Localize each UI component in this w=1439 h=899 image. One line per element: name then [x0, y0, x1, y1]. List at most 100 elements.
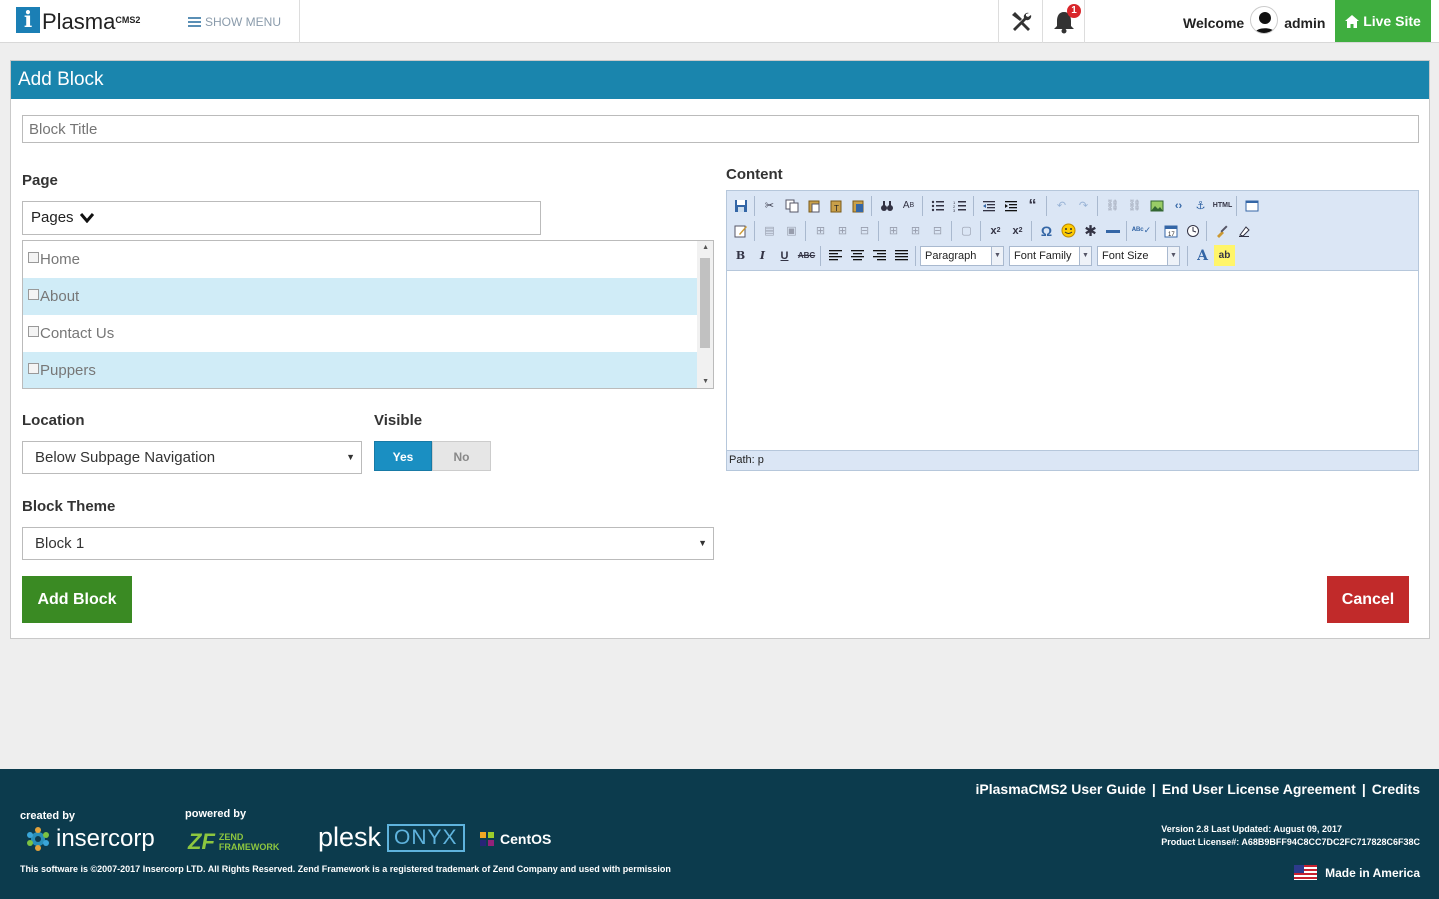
strikethrough-icon[interactable]: ABC	[796, 245, 817, 266]
scroll-down-arrow-icon[interactable]: ▼	[702, 378, 709, 385]
centos-logo[interactable]: CentOS	[478, 830, 551, 848]
user-menu[interactable]: Welcome admin	[1183, 6, 1325, 34]
iplasma-logo[interactable]: i Plasma CMS2	[16, 7, 140, 35]
cut-icon[interactable]: ✂	[759, 195, 780, 216]
media-icon[interactable]: ✱	[1080, 220, 1101, 241]
bold-icon[interactable]: B	[730, 245, 751, 266]
toolbar-separator	[922, 195, 924, 216]
notifications-button[interactable]: 1	[1042, 0, 1085, 43]
insert-col-before-icon[interactable]: ⊞	[883, 220, 904, 241]
bullet-list-icon[interactable]	[927, 195, 948, 216]
align-justify-icon[interactable]	[891, 245, 912, 266]
insert-date-icon[interactable]: 17	[1160, 220, 1181, 241]
zend-framework-logo[interactable]: ZF ZEND FRAMEWORK	[188, 829, 279, 855]
location-select[interactable]: Below Subpage Navigation ▼	[22, 441, 362, 474]
image-icon[interactable]	[1146, 195, 1167, 216]
user-guide-link[interactable]: iPlasmaCMS2 User Guide	[976, 781, 1146, 797]
remove-format-icon[interactable]	[1233, 220, 1254, 241]
special-char-icon[interactable]: Ω	[1036, 220, 1057, 241]
visible-no-button[interactable]: No	[432, 441, 491, 471]
page-checkbox[interactable]	[28, 326, 39, 337]
table-row-icon[interactable]: ▤	[759, 220, 780, 241]
plesk-onyx-logo[interactable]: plesk ONYX	[318, 822, 465, 853]
block-title-input[interactable]	[22, 115, 1419, 143]
align-center-icon[interactable]	[847, 245, 868, 266]
highlight-color-icon[interactable]: ab	[1214, 245, 1235, 266]
delete-col-icon[interactable]: ⊟	[927, 220, 948, 241]
anchor-icon[interactable]: ⚓	[1190, 195, 1211, 216]
pages-dropdown[interactable]: Pages	[22, 201, 541, 235]
show-menu-button[interactable]: SHOW MENU	[188, 15, 281, 29]
page-option-home[interactable]: Home	[23, 241, 697, 278]
underline-icon[interactable]: U	[774, 245, 795, 266]
page-option-about[interactable]: About	[23, 278, 697, 315]
insert-col-after-icon[interactable]: ⊞	[905, 220, 926, 241]
replace-icon[interactable]: AB	[898, 195, 919, 216]
horizontal-rule-icon[interactable]	[1102, 220, 1123, 241]
table-cell-icon[interactable]: ▣	[781, 220, 802, 241]
align-right-icon[interactable]	[869, 245, 890, 266]
html-source-icon[interactable]: HTML	[1212, 195, 1233, 216]
page-checkbox[interactable]	[28, 289, 39, 300]
subscript-icon[interactable]: x2	[985, 220, 1006, 241]
superscript-icon[interactable]: x2	[1007, 220, 1028, 241]
unlink-icon[interactable]: ⛓	[1124, 195, 1145, 216]
font-size-dropdown[interactable]: Font Size ▼	[1097, 245, 1180, 266]
insert-time-icon[interactable]	[1182, 220, 1203, 241]
block-theme-select[interactable]: Block 1 ▼	[22, 527, 714, 560]
rich-text-editor[interactable]: ✂ T AB 1 2 3 “ ↶ ↷ ⛓ ⛓ ‹› ⚓ HTML ▤ ▣ ⊞ ⊞…	[726, 190, 1419, 471]
page-option-contact-us[interactable]: Contact Us	[23, 315, 697, 352]
indent-icon[interactable]	[1000, 195, 1021, 216]
spellcheck-icon[interactable]: ᴬᴮᶜ✓	[1131, 220, 1152, 241]
pages-scrollbar[interactable]: ▲ ▼	[697, 241, 713, 388]
undo-icon[interactable]: ↶	[1051, 195, 1072, 216]
numbered-list-icon[interactable]: 123	[949, 195, 970, 216]
insert-row-after-icon[interactable]: ⊞	[832, 220, 853, 241]
italic-icon[interactable]: I	[752, 245, 773, 266]
page-checkbox[interactable]	[28, 363, 39, 374]
live-site-button[interactable]: Live Site	[1335, 0, 1431, 42]
visible-toggle[interactable]: Yes No	[374, 441, 491, 471]
redo-icon[interactable]: ↷	[1073, 195, 1094, 216]
eula-link[interactable]: End User License Agreement	[1162, 781, 1356, 797]
code-icon[interactable]: ‹›	[1168, 195, 1189, 216]
insert-row-before-icon[interactable]: ⊞	[810, 220, 831, 241]
delete-row-icon[interactable]: ⊟	[854, 220, 875, 241]
paste-icon[interactable]	[803, 195, 824, 216]
insercorp-logo[interactable]: insercorp	[26, 825, 155, 853]
format-dropdown[interactable]: Paragraph ▼	[920, 245, 1004, 266]
scroll-up-arrow-icon[interactable]: ▲	[702, 244, 709, 251]
save-icon[interactable]	[730, 195, 751, 216]
find-icon[interactable]	[876, 195, 897, 216]
merge-cells-icon[interactable]: ▢	[956, 220, 977, 241]
license-text: Product License#: A68B9BFF94C8CC7DC2FC71…	[1161, 837, 1420, 847]
editor-content-area[interactable]	[727, 271, 1418, 451]
add-block-button[interactable]: Add Block	[22, 576, 132, 623]
paste-text-icon[interactable]: T	[825, 195, 846, 216]
font-family-dropdown[interactable]: Font Family ▼	[1009, 245, 1092, 266]
cancel-button[interactable]: Cancel	[1327, 576, 1409, 623]
edit-icon[interactable]	[730, 220, 751, 241]
cleanup-icon[interactable]	[1211, 220, 1232, 241]
credits-link[interactable]: Credits	[1372, 781, 1420, 797]
zend-framework-text: ZEND FRAMEWORK	[219, 832, 280, 852]
tools-button[interactable]	[999, 0, 1042, 43]
align-left-icon[interactable]	[825, 245, 846, 266]
page-checkbox[interactable]	[28, 252, 39, 263]
emoticon-icon[interactable]	[1058, 220, 1079, 241]
show-menu-label: SHOW MENU	[205, 15, 281, 29]
outdent-icon[interactable]	[978, 195, 999, 216]
fullscreen-icon[interactable]	[1241, 195, 1262, 216]
toolbar-separator	[1155, 220, 1157, 241]
copy-icon[interactable]	[781, 195, 802, 216]
paste-word-icon[interactable]	[847, 195, 868, 216]
visible-yes-button[interactable]: Yes	[374, 441, 432, 471]
svg-text:T: T	[834, 204, 839, 213]
page-option-puppers[interactable]: Puppers	[23, 352, 697, 388]
pages-checklist[interactable]: Home About Contact Us Puppers ▲ ▼	[22, 240, 714, 389]
text-color-icon[interactable]: A	[1192, 245, 1213, 266]
toolbar-separator	[878, 220, 880, 241]
blockquote-icon[interactable]: “	[1022, 195, 1043, 216]
link-icon[interactable]: ⛓	[1102, 195, 1123, 216]
scroll-thumb[interactable]	[700, 258, 710, 348]
